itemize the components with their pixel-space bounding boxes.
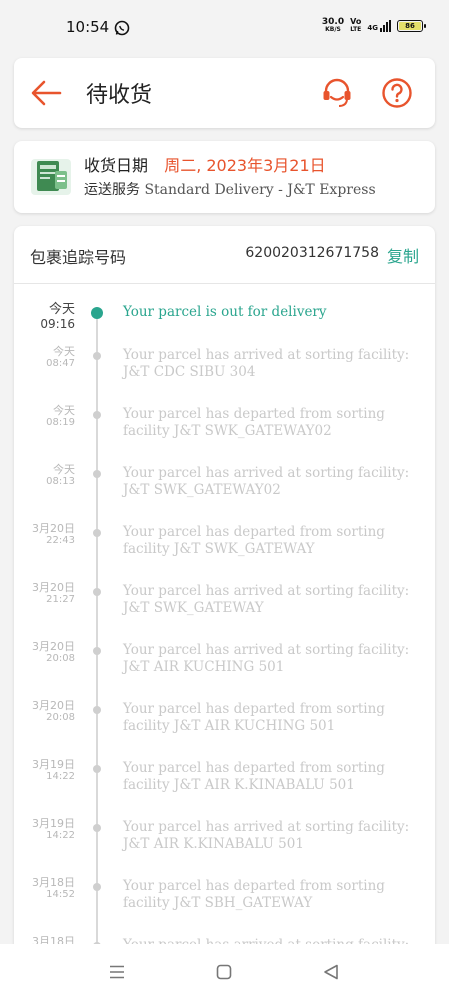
menu-icon[interactable] [108,963,126,981]
event-date: 今天 [48,302,75,317]
event-dot [93,470,101,478]
event-dot [93,352,101,360]
event-date: 3月20日 [32,640,75,653]
volte-indicator: Vo LTE [350,18,361,34]
net-speed-value: 30.0 [321,17,345,27]
system-nav-bar [0,944,449,1000]
event-datetime: 今天 08:47 [46,346,75,370]
event-text: Your parcel has departed from sorting fa… [123,878,385,911]
back-arrow-icon[interactable] [30,78,62,108]
event-time: 14:22 [46,771,75,782]
event-text: Your parcel has departed from sorting fa… [123,524,385,557]
event-datetime: 3月19日 14:22 [32,759,75,783]
event-text: Your parcel has arrived at sorting facil… [123,583,410,616]
event-dot [93,529,101,537]
event-datetime: 今天 08:13 [46,464,75,488]
delivery-info-card: 收货日期 周二, 2023年3月21日 运送服务 Standard Delive… [14,141,435,213]
event-date: 今天 [53,404,75,417]
event-date: 3月19日 [32,758,75,771]
back-triangle-icon[interactable] [322,963,340,981]
event-dot [93,588,101,596]
event-dot [93,411,101,419]
event-dot [93,647,101,655]
tracking-header: 包裹追踪号码 620020312671758 复制 [14,226,435,284]
status-bar: 10:54 30.0 KB/S Vo LTE 4G 86 [0,0,449,56]
copy-button[interactable]: 复制 [387,243,419,267]
event-time: 08:19 [46,417,75,428]
service-label: 运送服务 [84,182,140,198]
home-square-icon[interactable] [216,964,232,980]
tracking-number: 620020312671758 [245,245,379,261]
net-speed: 30.0 KB/S [322,18,344,34]
status-time: 10:54 [66,18,110,36]
service-value: Standard Delivery - J&T Express [144,182,376,198]
event-date: 3月18日 [32,876,75,889]
event-time: 08:47 [46,358,75,369]
whatsapp-icon [114,20,130,36]
event-text: Your parcel has arrived at sorting facil… [123,819,410,852]
cell-signal: 4G [367,20,391,32]
event-date: 今天 [53,345,75,358]
event-datetime: 3月20日 20:08 [32,700,75,724]
page-title: 待收货 [86,83,153,108]
event-time: 21:27 [46,594,75,605]
event-time: 14:22 [46,830,75,841]
delivery-date-row: 收货日期 周二, 2023年3月21日 [84,152,326,176]
event-datetime: 3月19日 14:22 [32,818,75,842]
signal-bars-icon [380,20,391,32]
event-datetime: 3月20日 20:08 [32,641,75,665]
event-time: 22:43 [46,535,75,546]
event-text: Your parcel has arrived at sorting facil… [123,465,410,498]
volte-bottom: LTE [350,26,362,33]
event-datetime: 3月20日 22:43 [32,523,75,547]
event-time: 20:08 [46,653,75,664]
event-time: 20:08 [46,712,75,723]
delivery-service-row: 运送服务 Standard Delivery - J&T Express [84,179,376,199]
battery-icon: 86 [397,20,426,32]
parcel-icon [31,159,71,195]
event-dot [93,824,101,832]
event-date: 今天 [53,463,75,476]
event-text: Your parcel has departed from sorting fa… [123,406,385,439]
event-date: 3月19日 [32,817,75,830]
delivery-date-label: 收货日期 [84,156,149,175]
event-text: Your parcel has arrived at sorting facil… [123,642,410,675]
volte-top: Vo [350,17,362,26]
battery-level: 86 [399,22,421,30]
event-text: Your parcel is out for delivery [123,304,327,320]
event-dot [93,765,101,773]
event-time: 14:52 [46,889,75,900]
event-dot [93,706,101,714]
event-dot-active [91,307,103,319]
event-text: Your parcel has departed from sorting fa… [123,701,385,734]
delivery-date-value: 周二, 2023年3月21日 [164,156,326,175]
event-date: 3月20日 [32,581,75,594]
tracking-number-label: 包裹追踪号码 [30,248,127,267]
headset-icon[interactable] [320,76,354,110]
event-date: 3月20日 [32,522,75,535]
event-text: Your parcel has departed from sorting fa… [123,760,385,793]
timeline-line [96,312,98,956]
status-icons: 30.0 KB/S Vo LTE 4G 86 [322,18,426,34]
event-datetime: 3月18日 14:52 [32,877,75,901]
question-icon[interactable] [381,77,413,109]
tracking-card: 包裹追踪号码 620020312671758 复制 今天 09:16 Your p… [14,226,435,956]
header-card: 待收货 [14,58,435,128]
event-dot [93,883,101,891]
event-date: 3月20日 [32,699,75,712]
event-datetime: 3月20日 21:27 [32,582,75,606]
event-time: 08:13 [46,476,75,487]
event-time: 09:16 [40,317,75,331]
event-datetime: 今天 09:16 [40,302,75,332]
net-speed-unit: KB/S [325,26,341,33]
network-type: 4G [367,24,378,32]
event-text: Your parcel has arrived at sorting facil… [123,347,410,380]
event-datetime: 今天 08:19 [46,405,75,429]
